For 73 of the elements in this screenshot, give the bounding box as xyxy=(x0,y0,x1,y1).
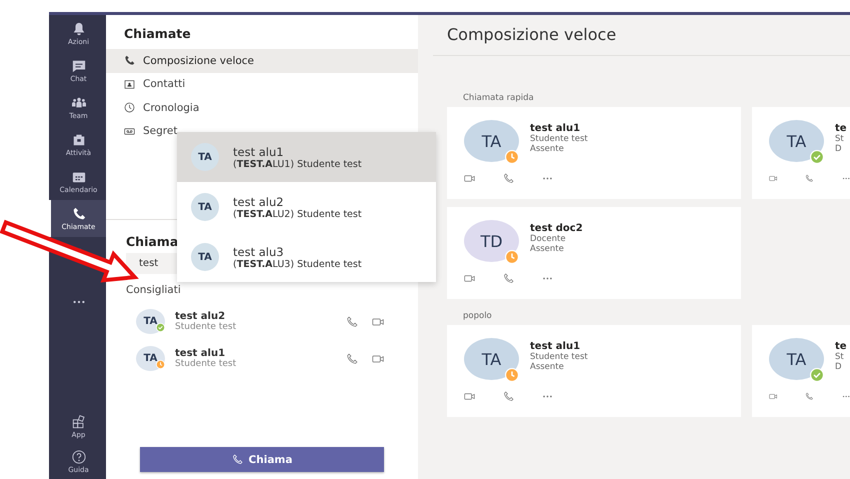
avatar: TA xyxy=(191,243,219,271)
phone-icon[interactable] xyxy=(346,316,358,328)
video-icon[interactable] xyxy=(769,173,778,184)
suggestion-item[interactable]: TA test alu1 (TEST.ALU1) Studente test xyxy=(177,132,436,182)
suggestion-item[interactable]: TA test alu2 (TEST.ALU2) Studente test xyxy=(177,182,436,232)
contact-detail: (TEST.ALU1) Studente test xyxy=(233,158,362,170)
video-icon[interactable] xyxy=(372,316,384,328)
video-icon[interactable] xyxy=(372,352,384,364)
phone-icon[interactable] xyxy=(503,173,514,184)
phone-icon xyxy=(72,206,86,220)
avatar: TA xyxy=(191,193,219,221)
group-label: Chiamata rapida xyxy=(463,93,535,103)
contact-name: test alu2 xyxy=(233,194,285,208)
contact-role: Studente test xyxy=(530,352,588,362)
contact-card-icon xyxy=(124,78,135,90)
avatar: TA xyxy=(464,120,519,162)
avatar: TD xyxy=(464,220,519,262)
bell-icon xyxy=(72,22,86,36)
avatar: TA xyxy=(769,120,824,162)
panel-title: Chiamate xyxy=(124,26,192,41)
avatar: TA xyxy=(191,143,219,171)
contact-name: test alu1 xyxy=(530,341,582,352)
voicemail-icon xyxy=(124,126,135,137)
nav-item[interactable]: Composizione veloce xyxy=(106,49,418,72)
phone-icon[interactable] xyxy=(503,391,514,402)
section-label: Consigliati xyxy=(126,284,182,296)
phone-icon[interactable] xyxy=(805,391,814,402)
contact-name: te xyxy=(835,341,847,352)
contact-role: St xyxy=(835,134,845,144)
avatar: TA xyxy=(769,338,824,380)
clock-icon xyxy=(124,102,135,114)
avatar: TA xyxy=(136,309,165,334)
contact-name: test alu1 xyxy=(175,348,226,359)
contact-role: Studente test xyxy=(175,359,238,369)
contact-role: St xyxy=(835,352,845,362)
help-icon xyxy=(72,450,86,464)
suggestion-item[interactable]: TA test alu3 (TEST.ALU3) Studente test xyxy=(177,232,436,282)
avatar: TA xyxy=(464,338,519,380)
contact-name: test alu2 xyxy=(175,311,226,322)
contact-role: Studente test xyxy=(175,322,238,332)
contact-name: test alu3 xyxy=(233,244,285,258)
briefcase-icon xyxy=(72,132,86,146)
nav-item[interactable]: Contatti xyxy=(106,72,418,96)
contact-role: Studente test xyxy=(530,134,588,144)
phone-icon[interactable] xyxy=(805,173,814,184)
phone-icon[interactable] xyxy=(346,352,358,364)
contact-name: test doc2 xyxy=(530,223,583,234)
presence-status: Assente xyxy=(530,362,565,372)
contact-role: Docente xyxy=(530,234,567,244)
apps-icon xyxy=(72,414,86,428)
contact-name: te xyxy=(835,123,847,134)
video-icon[interactable] xyxy=(464,391,475,402)
contact-name: test alu1 xyxy=(530,123,582,134)
section-title: Chiama xyxy=(126,234,180,249)
chat-icon xyxy=(72,58,86,72)
contact-detail: (TEST.ALU2) Studente test xyxy=(233,208,362,220)
contact-detail: (TEST.ALU3) Studente test xyxy=(233,258,362,270)
video-icon[interactable] xyxy=(464,173,475,184)
nav-item[interactable]: Cronologia xyxy=(106,96,418,120)
presence-status: D xyxy=(835,144,843,154)
video-icon[interactable] xyxy=(769,391,778,402)
phone-icon[interactable] xyxy=(503,273,514,284)
avatar: TA xyxy=(136,346,165,371)
group-label: popolo xyxy=(463,311,493,321)
phone-icon xyxy=(124,55,135,66)
video-icon[interactable] xyxy=(464,273,475,284)
team-icon xyxy=(72,96,86,110)
presence-status: Assente xyxy=(530,244,565,254)
presence-status: D xyxy=(835,362,843,372)
contact-name: test alu1 xyxy=(233,144,285,158)
calendar-icon xyxy=(72,170,86,184)
call-button[interactable]: Chiama xyxy=(140,447,384,472)
presence-status: Assente xyxy=(530,144,565,154)
